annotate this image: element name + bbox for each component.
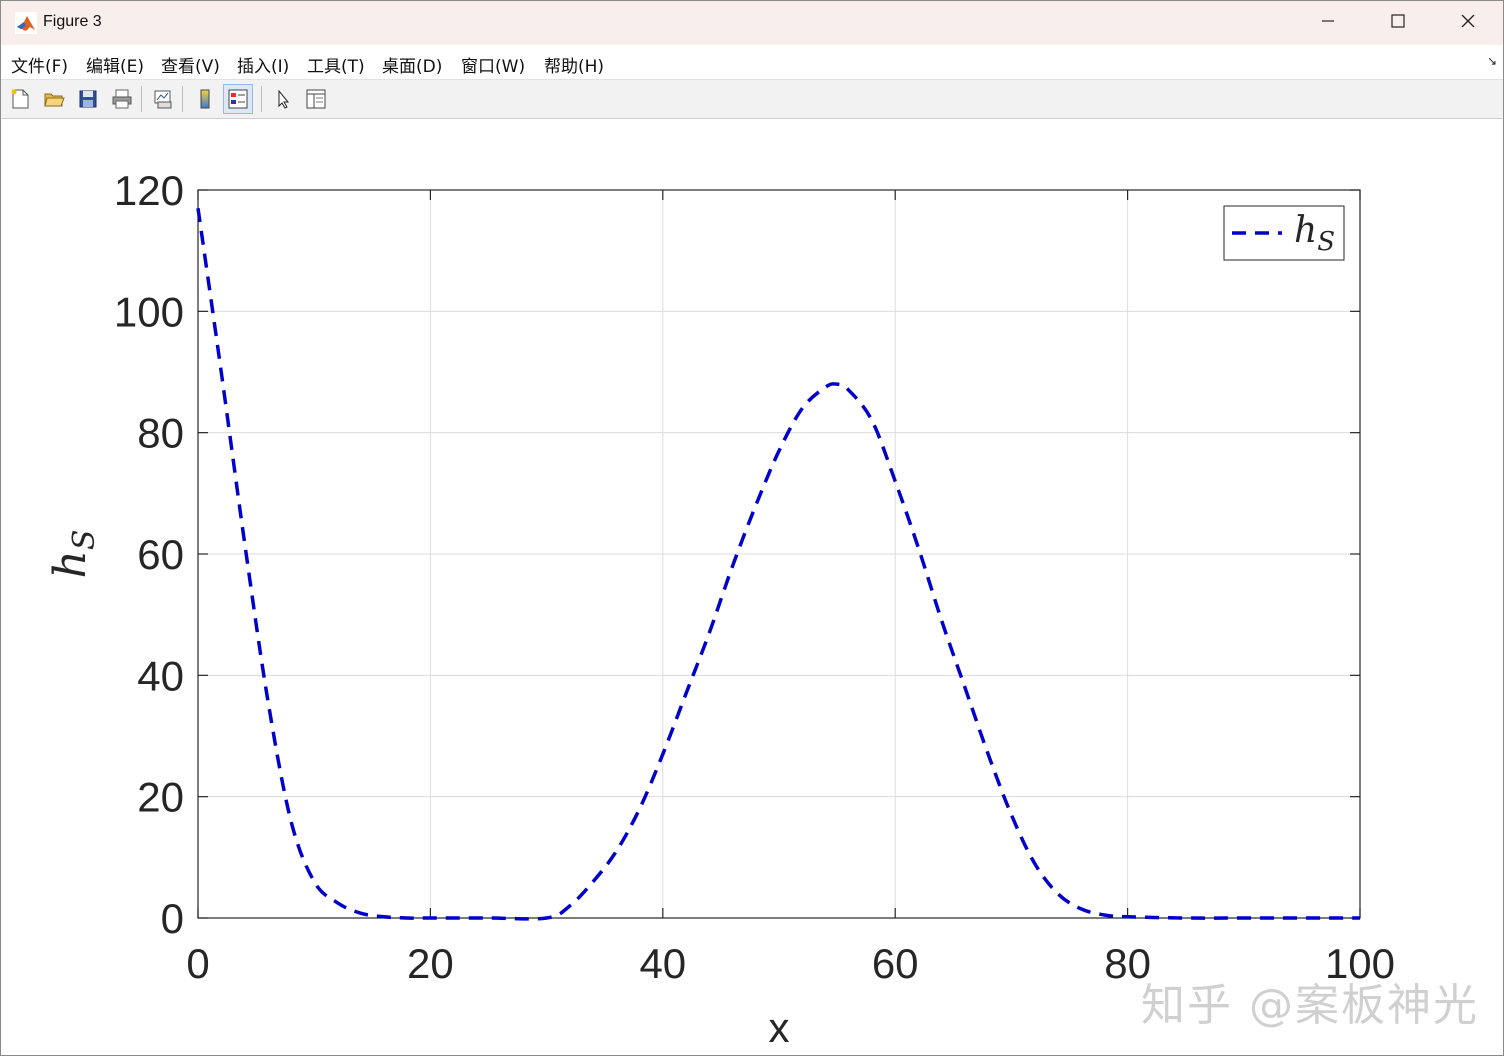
figure-toolbar — [1, 80, 1503, 119]
minimize-button[interactable] — [1293, 1, 1363, 45]
y-tick-label: 60 — [137, 531, 184, 578]
x-tick-label: 60 — [872, 940, 919, 987]
close-icon — [1460, 13, 1476, 33]
y-axis-label: hS — [45, 530, 102, 579]
grid-lines — [198, 190, 1360, 918]
legend-icon[interactable] — [223, 84, 253, 114]
minimize-icon — [1320, 13, 1336, 33]
menu-desktop[interactable]: 桌面(D) — [382, 52, 442, 77]
y-tick-label: 80 — [137, 410, 184, 457]
plot-area[interactable]: 0 20 40 60 80 100020406080100120 x hS hS — [1, 119, 1503, 1055]
x-tick-label: 0 — [186, 940, 209, 987]
menu-insert[interactable]: 插入(I) — [237, 52, 289, 77]
maximize-button[interactable] — [1363, 1, 1433, 45]
save-icon[interactable] — [73, 84, 103, 114]
x-axis-label: x — [769, 1004, 790, 1051]
colorbar-icon[interactable] — [190, 84, 220, 114]
y-tick-label: 40 — [137, 652, 184, 699]
maximize-icon — [1390, 13, 1406, 33]
menu-window[interactable]: 窗口(W) — [461, 52, 525, 77]
menu-tools[interactable]: 工具(T) — [307, 52, 365, 77]
axis-ticks: 0 20 40 60 80 100020406080100120 — [114, 167, 1395, 987]
dock-arrow-icon[interactable]: ↘ — [1487, 54, 1497, 68]
window-title: Figure 3 — [43, 13, 102, 30]
x-tick-label: 40 — [639, 940, 686, 987]
figure-window: Figure 3 文件(F) 编辑(E) 查看(V) 插入(I) 工具(T) 桌… — [0, 0, 1504, 1056]
y-tick-label: 100 — [114, 288, 184, 335]
property-inspector-icon[interactable] — [301, 84, 331, 114]
series-line-h-s — [196, 207, 1360, 921]
matlab-logo-icon — [15, 12, 37, 34]
close-button[interactable] — [1433, 1, 1503, 45]
legend[interactable]: hS — [1223, 205, 1345, 261]
print-icon[interactable] — [107, 84, 137, 114]
menu-view[interactable]: 查看(V) — [161, 52, 220, 77]
open-file-icon[interactable] — [39, 84, 69, 114]
watermark: 知乎 @案板神光 — [1141, 980, 1479, 1031]
y-tick-label: 0 — [161, 895, 184, 942]
series-layer — [196, 207, 1360, 921]
title-bar: Figure 3 — [1, 1, 1503, 45]
toolbar-separator — [141, 86, 142, 112]
menu-help[interactable]: 帮助(H) — [544, 52, 604, 77]
edit-plot-pointer-icon[interactable] — [268, 84, 298, 114]
y-tick-label: 20 — [137, 774, 184, 821]
menu-edit[interactable]: 编辑(E) — [86, 52, 144, 77]
toolbar-separator — [182, 86, 183, 112]
link-plot-icon[interactable] — [148, 84, 178, 114]
x-tick-label: 20 — [407, 940, 454, 987]
menu-file[interactable]: 文件(F) — [11, 52, 68, 77]
new-figure-icon[interactable] — [5, 84, 35, 114]
y-tick-label: 120 — [114, 167, 184, 214]
menu-bar: 文件(F) 编辑(E) 查看(V) 插入(I) 工具(T) 桌面(D) 窗口(W… — [1, 45, 1503, 80]
toolbar-separator — [261, 86, 262, 112]
